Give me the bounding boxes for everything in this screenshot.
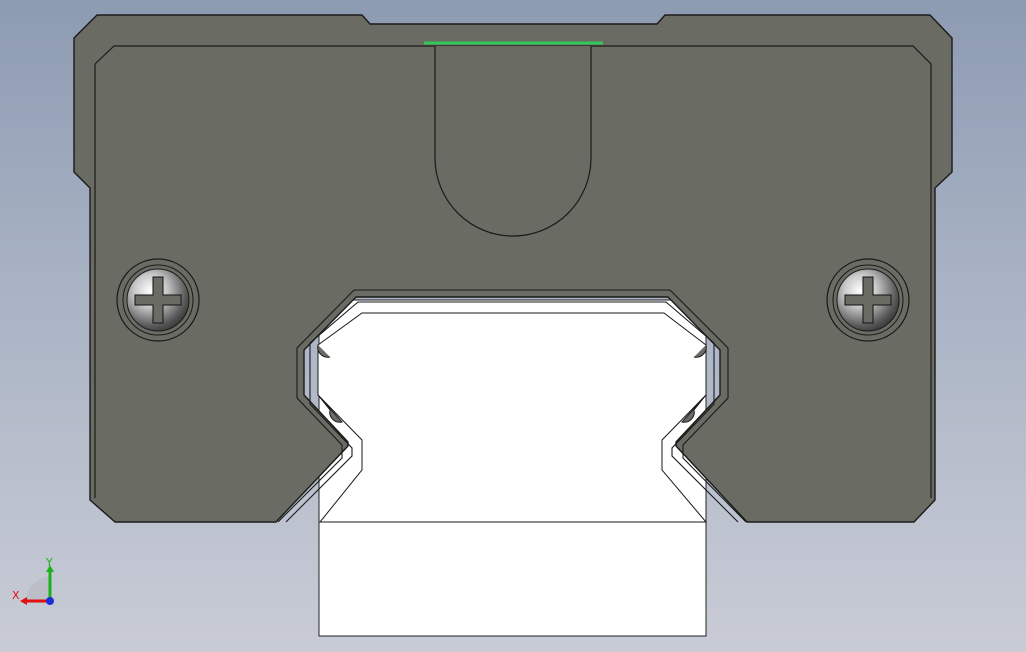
y-axis-label: Y (45, 556, 53, 569)
graphics-viewport[interactable]: Y X (0, 0, 1026, 652)
phillips-screw-icon[interactable] (826, 258, 910, 342)
x-axis-label: X (12, 589, 20, 602)
triad-plane (26, 577, 50, 601)
z-axis-dot (46, 597, 54, 605)
rail-top-white (317, 312, 708, 523)
x-arrow-icon (20, 597, 27, 605)
phillips-screw-icon[interactable] (116, 258, 200, 342)
model-view[interactable]: Y X (0, 0, 1026, 652)
view-triad[interactable]: Y X (12, 556, 54, 605)
lube-port[interactable] (434, 46, 592, 237)
